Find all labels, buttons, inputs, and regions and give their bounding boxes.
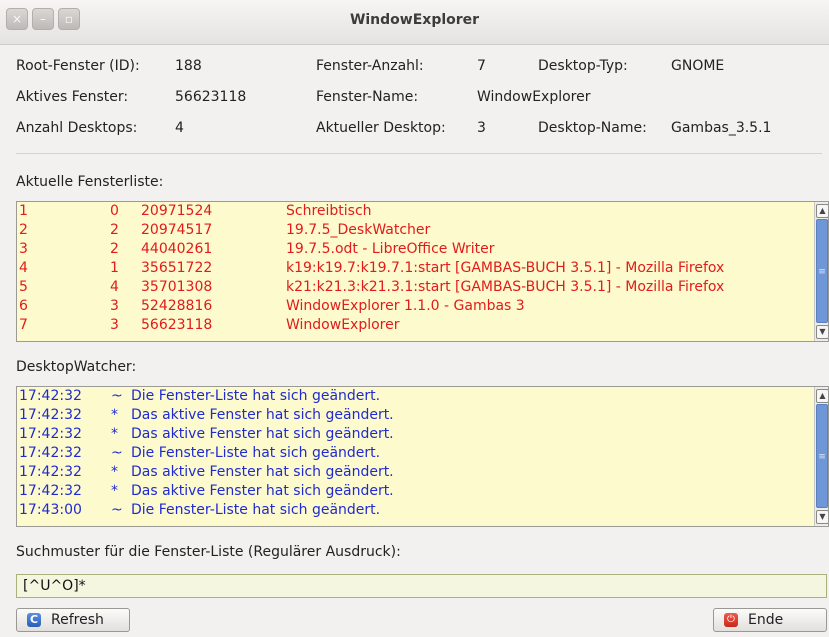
desktop-name-value: Gambas_3.5.1 [671,120,772,136]
log-time: 17:42:32 [19,464,82,480]
log-time: 17:43:00 [19,502,82,518]
exit-button-label: Ende [748,612,784,628]
log-time: 17:42:32 [19,445,82,461]
window-id: 20971524 [141,203,213,219]
desktop-number: 2 [110,222,119,238]
row-index: 5 [19,279,28,295]
log-message: Das aktive Fenster hat sich geändert. [131,483,394,499]
window-name-value: WindowExplorer [477,89,591,105]
current-desktop-label: Aktueller Desktop: [316,120,446,136]
window-title: Schreibtisch [286,203,372,219]
window-id: 52428816 [141,298,213,314]
scroll-up-icon[interactable]: ▲ [816,204,828,218]
window-title: WindowExplorer 1.1.0 - Gambas 3 [286,298,525,314]
log-message: Das aktive Fenster hat sich geändert. [131,426,394,442]
window-title: 19.7.5_DeskWatcher [286,222,431,238]
desktop-number: 1 [110,260,119,276]
desktop-number: 3 [110,298,119,314]
window-count-label: Fenster-Anzahl: [316,58,424,74]
log-symbol: * [111,464,118,480]
active-window-label: Aktives Fenster: [16,89,129,105]
row-index: 3 [19,241,28,257]
watcher-log-scrollbar[interactable]: ▲ ≡ ▼ [814,387,828,526]
window-title: 19.7.5.odt - LibreOffice Writer [286,241,495,257]
desktop-number: 4 [110,279,119,295]
root-window-value: 188 [175,58,202,74]
window-list-scrollbar[interactable]: ▲ ≡ ▼ [814,202,828,341]
desktop-name-label: Desktop-Name: [538,120,647,136]
window-id: 56623118 [141,317,213,333]
log-time: 17:42:32 [19,483,82,499]
row-index: 7 [19,317,28,333]
refresh-icon: C [27,613,41,627]
search-pattern-label: Suchmuster für die Fenster-Liste (Regulä… [16,544,401,560]
window-list-label: Aktuelle Fensterliste: [16,174,164,190]
log-time: 17:42:32 [19,388,82,404]
desktop-count-value: 4 [175,120,184,136]
desktop-count-label: Anzahl Desktops: [16,120,138,136]
log-symbol: ~ [111,445,123,461]
row-index: 6 [19,298,28,314]
exit-button[interactable]: ⏻ Ende [713,608,827,632]
scroll-thumb[interactable]: ≡ [816,404,828,508]
row-index: 4 [19,260,28,276]
window-id: 35651722 [141,260,213,276]
window-id: 20974517 [141,222,213,238]
desktop-number: 0 [110,203,119,219]
log-message: Die Fenster-Liste hat sich geändert. [131,502,381,518]
root-window-label: Root-Fenster (ID): [16,58,140,74]
desktop-watcher-label: DesktopWatcher: [16,359,137,375]
desktop-type-value: GNOME [671,58,725,74]
window-title: k19:k19.7:k19.7.1:start [GAMBAS-BUCH 3.5… [286,260,725,276]
window-title: WindowExplorer [349,12,480,28]
log-message: Das aktive Fenster hat sich geändert. [131,464,394,480]
log-message: Das aktive Fenster hat sich geändert. [131,407,394,423]
window-count-value: 7 [477,58,486,74]
log-message: Die Fenster-Liste hat sich geändert. [131,388,381,404]
row-index: 1 [19,203,28,219]
scroll-down-icon[interactable]: ▼ [816,510,828,524]
window-name-label: Fenster-Name: [316,89,419,105]
log-time: 17:42:32 [19,407,82,423]
desktop-number: 2 [110,241,119,257]
log-symbol: ~ [111,502,123,518]
power-icon: ⏻ [724,613,738,627]
log-message: Die Fenster-Liste hat sich geändert. [131,445,381,461]
title-bar: × – ▫ WindowExplorer [0,0,829,45]
window-id: 35701308 [141,279,213,295]
log-symbol: * [111,483,118,499]
scroll-up-icon[interactable]: ▲ [816,389,828,403]
current-desktop-value: 3 [477,120,486,136]
refresh-button-label: Refresh [51,612,104,628]
search-pattern-input[interactable] [16,574,827,598]
desktop-number: 3 [110,317,119,333]
log-symbol: * [111,426,118,442]
desktop-type-label: Desktop-Typ: [538,58,628,74]
scroll-down-icon[interactable]: ▼ [816,325,828,339]
log-time: 17:42:32 [19,426,82,442]
separator [16,153,822,154]
window-title: WindowExplorer [286,317,400,333]
window-id: 44040261 [141,241,213,257]
window-list[interactable]: 1 0 20971524 Schreibtisch 2 2 20974517 19.7.5_D… [16,201,829,342]
log-symbol: ~ [111,388,123,404]
refresh-button[interactable]: C Refresh [16,608,130,632]
window-title: k21:k21.3:k21.3.1:start [GAMBAS-BUCH 3.5… [286,279,725,295]
log-symbol: * [111,407,118,423]
desktop-watcher-log[interactable]: 17:42:32 ~ Die Fenster-Liste hat sich geän… [16,386,829,527]
row-index: 2 [19,222,28,238]
scroll-thumb[interactable]: ≡ [816,219,828,323]
active-window-value: 56623118 [175,89,247,105]
